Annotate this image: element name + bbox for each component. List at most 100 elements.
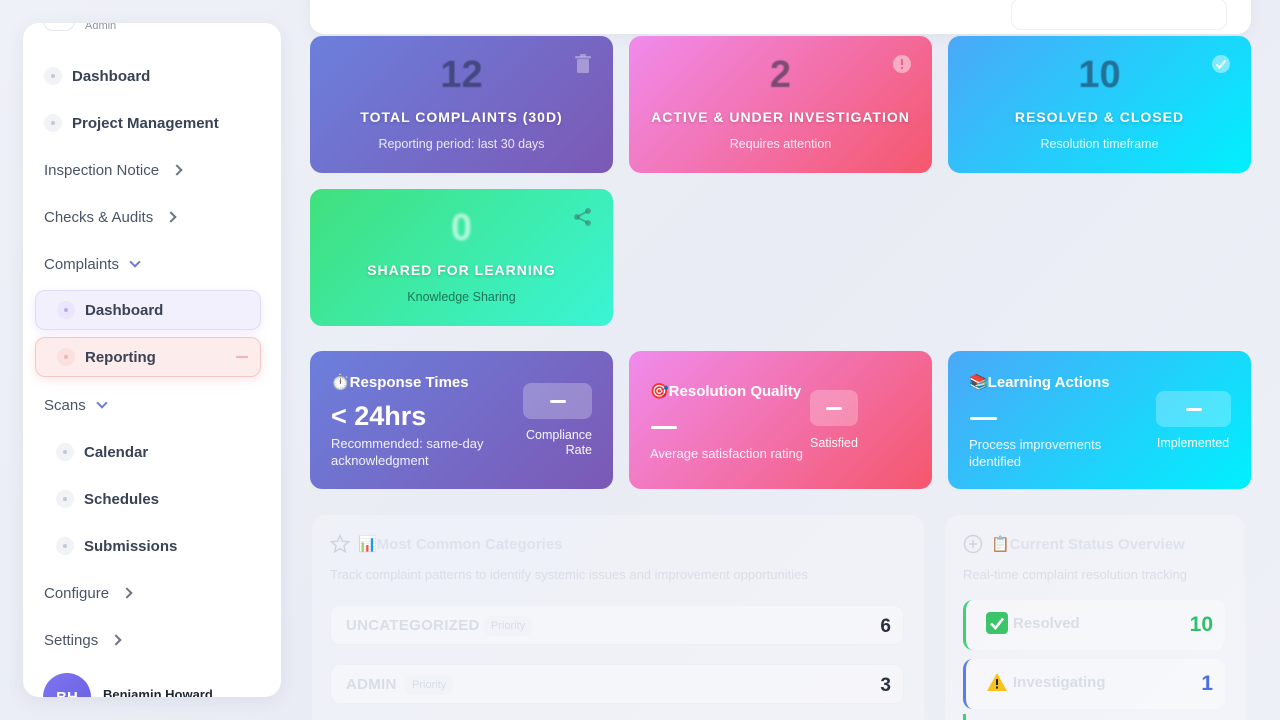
sidebar-item-project-management[interactable]: Project Management [44,104,260,142]
sidebar-item-label: Schedules [84,490,160,508]
bullet-icon [44,114,62,132]
stat-card-resolved-closed: 10 RESOLVED & CLOSED Resolution timefram… [948,36,1251,173]
sidebar-item-calendar[interactable]: Calendar [56,433,260,471]
metric-card-resolution-quality: 🎯Resolution Quality Average satisfaction… [629,351,932,489]
metric-description: Average satisfaction rating [650,446,803,461]
chevron-right-icon [165,211,177,223]
bullet-icon [44,67,62,85]
check-mark-emoji-icon [986,612,1008,634]
sidebar-item-configure[interactable]: Configure [44,574,260,612]
stat-label: RESOLVED & CLOSED [1014,109,1185,125]
status-name: Investigating [1013,674,1106,691]
sidebar-item-label: Complaints [44,255,120,273]
status-count: 10 [1189,613,1213,636]
user-name: Benjamin Howard [103,687,213,697]
compliance-rate-label: Compliance Rate [525,428,592,457]
category-row[interactable]: ADMIN Priority 3 [330,664,904,704]
status-count: 1 [1201,672,1213,695]
stat-subtitle: Reporting period: last 30 days [378,137,545,151]
sidebar-item-complaints[interactable]: Complaints [44,245,260,283]
bullet-icon [56,490,74,508]
categories-title: 📊Most Common Categories [358,536,563,553]
status-row-investigating[interactable]: Investigating 1 [963,659,1225,709]
sidebar-item-submissions[interactable]: Submissions [56,527,260,565]
minus-icon [236,356,248,358]
metric-value-placeholder [970,417,997,420]
metric-description: Recommended: same-day acknowledgment [331,436,484,468]
warning-emoji-icon [986,671,1008,693]
sidebar-item-label: Checks & Audits [44,208,154,226]
sidebar-item-schedules[interactable]: Schedules [56,480,260,518]
avatar: BH [43,673,91,697]
header-card [310,0,1251,34]
chevron-right-icon [110,634,122,646]
sidebar-item-label: Scans [44,396,86,414]
sidebar-item-scans[interactable]: Scans [44,386,260,424]
sidebar-item-label: Reporting [85,348,156,366]
sidebar-item-inspection-notice[interactable]: Inspection Notice [44,151,260,189]
metric-card-learning-actions: 📚Learning Actions Process improvements i… [948,351,1251,489]
stat-label: ACTIVE & UNDER INVESTIGATION [651,109,910,125]
chevron-right-icon [121,587,133,599]
chevron-down-icon [129,256,141,268]
stat-label: TOTAL COMPLAINTS (30D) [360,109,563,125]
bullet-icon [57,348,75,366]
stat-subtitle: Resolution timeframe [1040,137,1159,151]
sidebar-item-checks-audits[interactable]: Checks & Audits [44,198,260,236]
minus-icon [549,399,566,403]
stat-label: SHARED FOR LEARNING [367,262,556,278]
status-subtitle: Real-time complaint resolution tracking [963,567,1187,582]
user-profile[interactable]: BH Benjamin Howard [43,673,213,697]
metric-title: 🎯Resolution Quality [650,383,802,400]
top-avatar[interactable] [43,23,75,31]
status-name: Resolved [1013,615,1080,632]
sidebar-item-label: Submissions [84,537,178,555]
stat-subtitle: Requires attention [729,137,832,151]
sidebar-item-reporting[interactable]: Reporting [35,337,261,377]
sidebar-item-label: Inspection Notice [44,161,160,179]
categories-subtitle: Track complaint patterns to identify sys… [330,567,808,582]
priority-badge: Priority [404,675,455,695]
bullet-icon [56,537,74,555]
chevron-right-icon [171,164,183,176]
compliance-rate-value [523,383,592,419]
minus-icon [826,406,842,410]
implemented-label: Implemented [1156,436,1230,450]
metric-card-response-times: ⏱️Response Times < 24hrs Recommended: sa… [310,351,613,489]
category-count: 6 [880,616,891,637]
stat-subtitle: Knowledge Sharing [407,290,516,304]
stat-value: 0 [450,207,473,249]
priority-badge: Priority [483,616,534,636]
sidebar-item-dashboard[interactable]: Dashboard [44,57,260,95]
metric-value: < 24hrs [331,401,427,431]
stat-card-shared-learning: 0 SHARED FOR LEARNING Knowledge Sharing [310,189,613,326]
sidebar-item-label: Dashboard [85,301,164,319]
bullet-icon [57,301,75,319]
header-control[interactable] [1011,0,1227,30]
stat-value: 12 [440,54,483,96]
category-count: 3 [880,675,891,696]
status-row-resolved[interactable]: Resolved 10 [963,600,1225,650]
sidebar-item-label: Dashboard [72,67,151,85]
sidebar-item-label: Project Management [72,114,219,132]
user-role: Admin [85,23,117,32]
star-icon[interactable] [330,534,350,554]
metric-title: ⏱️Response Times [331,374,469,391]
sidebar-item-label: Configure [44,584,110,602]
stat-card-active-investigation: 2 ACTIVE & UNDER INVESTIGATION Requires … [629,36,932,173]
plus-circle-icon[interactable] [963,534,983,554]
metric-title: 📚Learning Actions [969,374,1110,391]
status-row-edge [963,714,966,720]
category-name: ADMIN [346,676,397,693]
stat-value: 2 [769,54,792,96]
sidebar-item-complaints-dashboard[interactable]: Dashboard [35,290,261,330]
sidebar-item-label: Settings [44,631,99,649]
metric-description: Process improvements identified [969,437,1102,469]
stat-card-total-complaints: 12 TOTAL COMPLAINTS (30D) Reporting peri… [310,36,613,173]
minus-icon [1185,407,1202,411]
satisfied-label: Satisfied [810,436,858,450]
sidebar-item-settings[interactable]: Settings [44,621,260,659]
category-row[interactable]: UNCATEGORIZED Priority 6 [330,605,904,645]
category-name: UNCATEGORIZED [346,617,480,634]
implemented-value [1156,391,1231,427]
